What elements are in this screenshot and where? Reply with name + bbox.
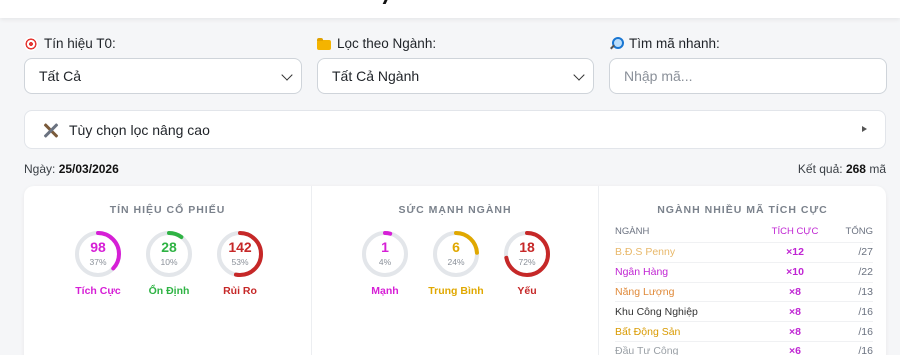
- stock-signals-panel: TÍN HIỆU CỔ PHIẾU 98 37% Tích Cực 28 10% Ổn Đ…: [24, 186, 311, 355]
- gauge-0: 98 37% Tích Cực: [73, 229, 123, 297]
- row-positive-count: ×8: [789, 325, 801, 338]
- gauge-percent: 10%: [160, 257, 178, 267]
- sector-strength-panel: SỨC MẠNH NGÀNH 1 4% Mạnh 6 24% Trung Bình 18 72…: [312, 186, 598, 355]
- gauge-percent: 37%: [89, 257, 107, 267]
- stats-card: TÍN HIỆU CỔ PHIẾU 98 37% Tích Cực 28 10% Ổn Đ…: [24, 186, 886, 355]
- result-info: Kết quả: 268 mã: [798, 162, 886, 176]
- chevron-down-icon: [573, 69, 585, 81]
- gauge-1: 6 24% Trung Bình: [428, 229, 484, 297]
- search-filter-label-text: Tìm mã nhanh:: [629, 36, 720, 51]
- row-sector-name: Bất Động Sản: [615, 325, 681, 338]
- top-sectors-panel: NGÀNH NHIỀU MÃ TÍCH CỰC NGÀNH TÍCH CỰC T…: [599, 186, 886, 355]
- sector-filter-label: Lọc theo Ngành:: [317, 36, 436, 51]
- sector-strength-title: SỨC MẠNH NGÀNH: [398, 204, 512, 216]
- sector-select-value: Tất Cả Ngành: [332, 68, 420, 84]
- date-label: Ngày:: [24, 162, 56, 176]
- target-icon: [24, 36, 38, 51]
- table-row: Đầu Tư Công ×6/16: [615, 340, 873, 355]
- row-sector-name: Năng Lượng: [615, 285, 675, 298]
- gauge-percent: 24%: [447, 257, 465, 267]
- gauge-percent: 72%: [518, 257, 536, 267]
- search-icon: [609, 36, 624, 51]
- search-input-placeholder: Nhập mã...: [624, 68, 693, 84]
- top-sectors-title: NGÀNH NHIỀU MÃ TÍCH CỰC: [657, 204, 828, 216]
- caret-right-icon: [862, 126, 867, 132]
- row-sector-name: Ngân Hàng: [615, 266, 669, 279]
- row-positive-count: ×10: [786, 266, 804, 279]
- gauge-percent: 53%: [231, 257, 249, 267]
- gauge-value: 28: [161, 239, 177, 255]
- row-positive-count: ×8: [789, 305, 801, 318]
- table-row: Ngân Hàng ×10/22: [615, 261, 873, 282]
- table-row: B.Đ.S Penny ×12/27: [615, 242, 873, 262]
- signal-filter-label: Tín hiệu T0:: [24, 36, 116, 51]
- result-count: 268: [845, 162, 866, 176]
- row-total-count: /16: [858, 325, 873, 338]
- table-header: NGÀNH TÍCH CỰC TỔNG: [615, 226, 873, 242]
- top-sectors-table: NGÀNH TÍCH CỰC TỔNG B.Đ.S Penny ×12/27 Ngâ…: [615, 226, 873, 355]
- header-sector: NGÀNH: [615, 226, 650, 237]
- row-sector-name: Khu Công Nghiệp: [615, 305, 698, 318]
- folder-icon: [317, 37, 331, 50]
- gauge-value: 18: [519, 239, 535, 255]
- tools-icon: [41, 121, 59, 139]
- gauge-value: 6: [452, 239, 460, 255]
- row-total-count: /13: [858, 285, 873, 298]
- sector-select[interactable]: Tất Cả Ngành: [317, 58, 594, 94]
- gauge-1: 28 10% Ổn Định: [144, 229, 194, 297]
- row-total-count: /16: [858, 305, 873, 318]
- header-positive: TÍCH CỰC: [771, 226, 819, 237]
- signal-filter-label-text: Tín hiệu T0:: [44, 36, 116, 51]
- sector-filter-label-text: Lọc theo Ngành:: [337, 36, 437, 51]
- signal-select[interactable]: Tất Cả: [24, 58, 302, 94]
- brand-icon: [379, 0, 391, 4]
- gauge-value: 98: [90, 239, 106, 255]
- result-label: Kết quả:: [797, 162, 843, 176]
- result-unit: mã: [869, 162, 886, 176]
- top-header: [0, 0, 900, 18]
- row-total-count: /16: [858, 345, 873, 355]
- row-positive-count: ×12: [786, 246, 804, 259]
- row-total-count: /22: [858, 266, 873, 279]
- gauge-label: Yếu: [517, 285, 537, 297]
- stock-signals-title: TÍN HIỆU CỔ PHIẾU: [109, 204, 226, 216]
- gauge-value: 142: [228, 239, 252, 255]
- table-row: Khu Công Nghiệp ×8/16: [615, 301, 873, 321]
- search-input[interactable]: Nhập mã...: [609, 58, 887, 94]
- gauge-2: 142 53% Rủi Ro: [215, 229, 265, 297]
- row-positive-count: ×8: [789, 285, 801, 298]
- table-row: Năng Lượng ×8/13: [615, 281, 873, 302]
- advanced-filter-toggle[interactable]: Tùy chọn lọc nâng cao: [24, 110, 886, 149]
- gauge-2: 18 72% Yếu: [502, 229, 552, 297]
- table-row: Bất Động Sản ×8/16: [615, 321, 873, 341]
- gauge-0: 1 4% Mạnh: [360, 229, 410, 297]
- chevron-down-icon: [281, 69, 293, 81]
- signal-select-value: Tất Cả: [39, 68, 82, 84]
- header-total: TỔNG: [845, 226, 873, 237]
- row-sector-name: Đầu Tư Công: [615, 345, 679, 355]
- date-info: Ngày: 25/03/2026: [24, 162, 119, 176]
- gauge-percent: 4%: [378, 257, 392, 267]
- gauge-value: 1: [381, 239, 389, 255]
- date-value: 25/03/2026: [58, 162, 119, 176]
- advanced-filter-label: Tùy chọn lọc nâng cao: [69, 121, 210, 138]
- row-positive-count: ×6: [789, 345, 801, 355]
- gauge-label: Rủi Ro: [223, 285, 257, 297]
- row-sector-name: B.Đ.S Penny: [615, 246, 676, 259]
- row-total-count: /27: [858, 246, 873, 259]
- search-filter-label: Tìm mã nhanh:: [609, 36, 720, 51]
